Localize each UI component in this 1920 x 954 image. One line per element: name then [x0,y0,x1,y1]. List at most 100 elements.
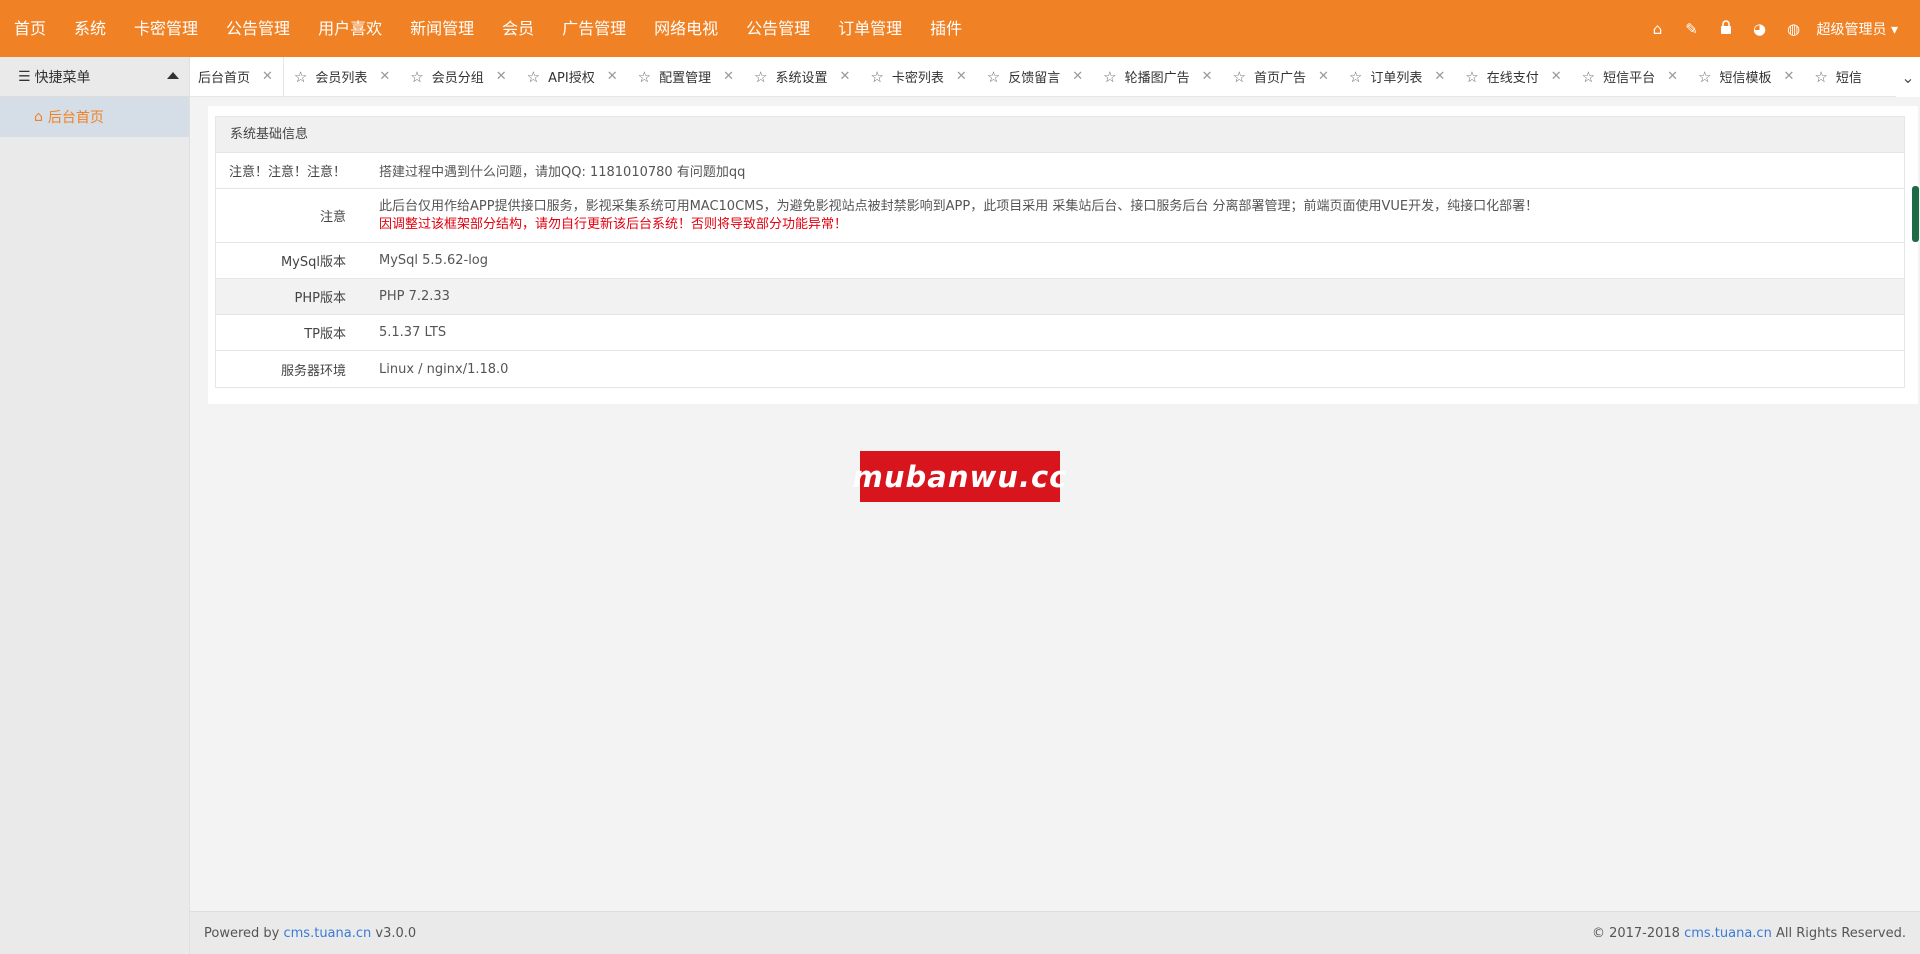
tab-bar: 后台首页 ✕ ☆ 会员列表 ✕ ☆ 会员分组 ✕ ☆ API授权 ✕ ☆ 配置管… [190,57,1920,97]
close-icon[interactable]: ✕ [496,69,507,84]
tab-member-group[interactable]: ☆ 会员分组 ✕ [400,57,516,96]
sidebar-header[interactable]: ☰ 快捷菜单 [0,57,189,97]
tab-dashboard[interactable]: 后台首页 ✕ [190,57,284,96]
sidebar-header-label: 快捷菜单 [34,69,91,86]
caution-line-2: 因调整过该框架部分结构，请勿自行更新该后台系统！否则将导致部分功能异常！ [379,216,848,232]
tab-sms-platform[interactable]: ☆ 短信平台 ✕ [1572,57,1688,96]
top-right-tools: ⌂ ✎ ◕ ◍ 超级管理员 ▾ [1641,0,1898,57]
lock-icon[interactable] [1709,19,1743,38]
tabs-dropdown-chevron-icon[interactable]: ⌄ [1896,57,1920,97]
tab-label: 会员分组 [431,71,484,86]
close-icon[interactable]: ✕ [723,69,734,84]
tab-label: 首页广告 [1253,71,1306,86]
row-value: 5.1.37 LTS [379,325,447,340]
star-icon: ☆ [870,67,884,86]
row-label: 注意 [319,210,346,225]
tab-label: 会员列表 [315,71,368,86]
tab-label: 反馈留言 [1008,71,1061,86]
star-icon: ☆ [1103,67,1117,86]
copyright-link[interactable]: cms.tuana.cn [1684,926,1772,941]
tab-order-list[interactable]: ☆ 订单列表 ✕ [1339,57,1455,96]
nav-item-member[interactable]: 会员 [488,0,548,57]
star-icon: ☆ [526,67,541,86]
globe-icon[interactable]: ◍ [1777,20,1811,38]
tab-label: 系统设置 [775,71,828,86]
tab-home-ads[interactable]: ☆ 首页广告 ✕ [1222,57,1338,96]
system-info-table: 系统基础信息 注意！注意！注意！ 搭建过程中遇到什么问题，请加QQ: 11810… [215,116,1905,388]
row-label: 服务器环境 [280,363,346,379]
close-icon[interactable]: ✕ [1667,69,1678,84]
home-icon[interactable]: ⌂ [1641,20,1675,38]
tab-sms[interactable]: ☆ 短信 [1804,57,1871,96]
close-icon[interactable]: ✕ [839,69,850,84]
table-row: 服务器环境 Linux / nginx/1.18.0 [216,351,1904,387]
tab-online-pay[interactable]: ☆ 在线支付 ✕ [1455,57,1571,96]
close-icon[interactable]: ✕ [1202,69,1213,84]
close-icon[interactable]: ✕ [607,69,618,84]
nav-item-announcement[interactable]: 公告管理 [212,0,304,57]
table-row: 注意！注意！注意！ 搭建过程中遇到什么问题，请加QQ: 1181010780 有… [216,153,1904,189]
row-value: 此后台仅用作给APP提供接口服务，影视采集系统可用MAC10CMS，为避免影视站… [354,198,1538,234]
broom-icon[interactable]: ✎ [1675,20,1709,38]
footer-powered: Powered by cms.tuana.cn v3.0.0 [204,926,416,941]
tab-config[interactable]: ☆ 配置管理 ✕ [628,57,744,96]
close-icon[interactable]: ✕ [1551,69,1562,84]
tab-carousel-ads[interactable]: ☆ 轮播图广告 ✕ [1093,57,1222,96]
nav-item-ads[interactable]: 广告管理 [548,0,640,57]
nav-item-system[interactable]: 系统 [60,0,120,57]
star-icon: ☆ [410,67,424,86]
nav-item-home[interactable]: 首页 [0,0,60,57]
tab-label: 卡密列表 [891,71,944,86]
tab-api-auth[interactable]: ☆ API授权 ✕ [517,57,628,96]
admin-menu[interactable]: 超级管理员 ▾ [1817,19,1898,39]
close-icon[interactable]: ✕ [1072,69,1083,84]
table-row: MySql版本 MySql 5.5.62-log [216,243,1904,279]
close-icon[interactable]: ✕ [1434,69,1445,84]
chevron-down-icon: ▾ [1890,21,1898,38]
admin-name: 超级管理员 [1816,21,1887,38]
row-value: PHP 7.2.33 [379,289,450,304]
palette-icon[interactable]: ◕ [1743,20,1777,38]
sidebar-item-dashboard[interactable]: ⌂ 后台首页 [0,97,189,137]
nav-item-user-likes[interactable]: 用户喜欢 [304,0,396,57]
scrollbar[interactable] [1910,186,1920,242]
collapse-caret-icon[interactable] [167,72,179,79]
scrollbar-thumb[interactable] [1912,186,1919,242]
info-table-title: 系统基础信息 [216,117,1904,153]
nav-item-iptv[interactable]: 网络电视 [640,0,732,57]
close-icon[interactable]: ✕ [1318,69,1329,84]
nav-item-plugins[interactable]: 插件 [916,0,976,57]
tab-sms-template[interactable]: ☆ 短信模板 ✕ [1688,57,1804,96]
home-icon: ⌂ [34,109,43,125]
tab-feedback[interactable]: ☆ 反馈留言 ✕ [977,57,1093,96]
tab-settings[interactable]: ☆ 系统设置 ✕ [744,57,860,96]
row-label: 注意！注意！注意！ [228,165,346,180]
close-icon[interactable]: ✕ [262,69,273,84]
table-row: 注意 此后台仅用作给APP提供接口服务，影视采集系统可用MAC10CMS，为避免… [216,189,1904,243]
tab-card-list[interactable]: ☆ 卡密列表 ✕ [860,57,976,96]
row-label: TP版本 [304,327,346,342]
star-icon: ☆ [986,67,1001,86]
row-value: MySql 5.5.62-log [379,253,489,268]
row-label: PHP版本 [294,291,346,306]
close-icon[interactable]: ✕ [956,69,967,84]
row-value: 搭建过程中遇到什么问题，请加QQ: 1181010780 有问题加qq [379,165,746,180]
powered-link[interactable]: cms.tuana.cn [284,926,372,941]
nav-item-announcement-2[interactable]: 公告管理 [732,0,824,57]
list-icon: ☰ [18,68,31,85]
tab-label: 轮播图广告 [1124,71,1190,86]
sidebar: ☰ 快捷菜单 ⌂ 后台首页 [0,57,190,954]
close-icon[interactable]: ✕ [379,69,390,84]
nav-item-news[interactable]: 新闻管理 [396,0,488,57]
nav-item-card[interactable]: 卡密管理 [120,0,212,57]
table-row: TP版本 5.1.37 LTS [216,315,1904,351]
tab-member-list[interactable]: ☆ 会员列表 ✕ [284,57,400,96]
star-icon: ☆ [1697,67,1712,86]
tab-label: API授权 [548,71,595,86]
nav-item-orders[interactable]: 订单管理 [824,0,916,57]
close-icon[interactable]: ✕ [1783,69,1794,84]
tab-label: 订单列表 [1370,71,1423,86]
main-panel: 系统基础信息 注意！注意！注意！ 搭建过程中遇到什么问题，请加QQ: 11810… [208,106,1918,404]
footer: Powered by cms.tuana.cn v3.0.0 © 2017-20… [190,911,1920,954]
powered-prefix: Powered by [204,925,280,941]
